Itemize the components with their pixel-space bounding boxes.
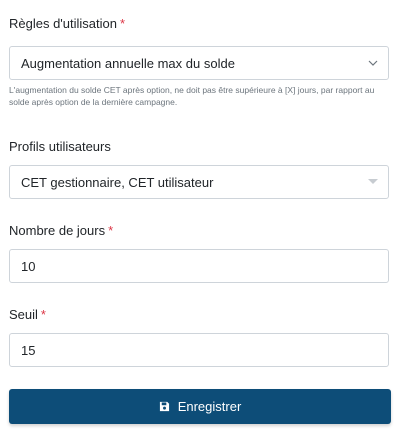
regles-help-text: L'augmentation du solde CET après option… bbox=[9, 85, 375, 107]
regles-select-value: Augmentation annuelle max du solde bbox=[21, 55, 235, 71]
nombre-jours-label-text: Nombre de jours bbox=[9, 223, 106, 238]
seuil-input[interactable]: 15 bbox=[9, 333, 389, 367]
caret-down-icon bbox=[358, 179, 388, 185]
seuil-value: 15 bbox=[21, 342, 36, 358]
floppy-disk-icon bbox=[159, 401, 170, 412]
profils-label: Profils utilisateurs bbox=[9, 139, 111, 154]
required-mark: * bbox=[108, 223, 114, 238]
regles-label-text: Règles d'utilisation bbox=[9, 16, 117, 31]
profils-label-text: Profils utilisateurs bbox=[9, 139, 111, 154]
seuil-label: Seuil * bbox=[9, 307, 46, 322]
profils-select-value: CET gestionnaire, CET utilisateur bbox=[21, 174, 214, 190]
save-button[interactable]: Enregistrer bbox=[9, 389, 391, 424]
chevron-down-icon bbox=[358, 60, 388, 66]
required-mark: * bbox=[120, 16, 126, 31]
seuil-label-text: Seuil bbox=[9, 307, 38, 322]
profils-select[interactable]: CET gestionnaire, CET utilisateur bbox=[9, 165, 389, 199]
regles-select[interactable]: Augmentation annuelle max du solde bbox=[9, 46, 389, 80]
regles-label: Règles d'utilisation * bbox=[9, 16, 125, 31]
save-button-label: Enregistrer bbox=[177, 399, 242, 414]
required-mark: * bbox=[40, 307, 46, 322]
nombre-jours-input[interactable]: 10 bbox=[9, 249, 389, 283]
nombre-jours-label: Nombre de jours * bbox=[9, 223, 113, 238]
nombre-jours-value: 10 bbox=[21, 258, 36, 274]
